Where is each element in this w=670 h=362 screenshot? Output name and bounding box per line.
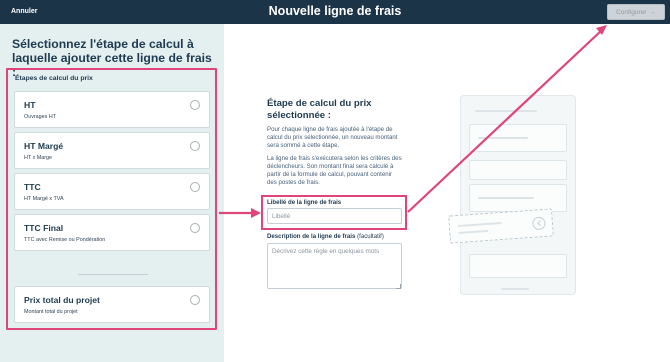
- steps-section-label: Étapes de calcul du prix: [15, 75, 93, 82]
- selected-step-heading: Étape de calcul du prix sélectionnée :: [267, 98, 372, 121]
- step-subtitle: HT x Marge: [24, 155, 53, 161]
- arrow-circle-icon: [532, 216, 546, 230]
- configure-button[interactable]: Configurer →: [607, 4, 665, 20]
- configure-label: Configurer: [616, 8, 647, 16]
- arrow-right-icon: →: [649, 8, 656, 16]
- description-field-label-text: Description de la ligne de frais: [267, 233, 356, 240]
- illustration-line: [458, 229, 489, 234]
- step-subtitle: Montant total du projet: [24, 309, 78, 315]
- step-card-prix-total[interactable]: Prix total du projet Montant total du pr…: [14, 286, 210, 323]
- step-card-ht[interactable]: HT Ouvrages HT: [14, 91, 210, 128]
- step-card-ttc[interactable]: TTC HT Margé x TVA: [14, 173, 210, 210]
- illustration-line: [457, 221, 502, 228]
- step-subtitle: TTC avec Remise ou Pondération: [24, 237, 106, 243]
- description-paragraph-2: La ligne de frais s'exécutera selon les …: [267, 155, 402, 187]
- illustration-panel: [460, 95, 576, 295]
- radio-icon[interactable]: [190, 141, 200, 151]
- step-title: HT: [24, 100, 36, 110]
- left-panel: Sélectionnez l'étape de calcul à laquell…: [0, 24, 224, 362]
- annotation-arrow-icon: [219, 208, 261, 218]
- cancel-link[interactable]: Annuler: [11, 8, 37, 15]
- description-paragraph-1: Pour chaque ligne de frais ajoutée à l'é…: [267, 126, 398, 150]
- top-bar: Annuler Nouvelle ligne de frais Configur…: [0, 0, 670, 24]
- label-input[interactable]: [267, 208, 402, 224]
- step-card-ttc-final[interactable]: TTC Final TTC avec Remise ou Pondération: [14, 214, 210, 251]
- radio-icon[interactable]: [190, 100, 200, 110]
- step-title: HT Margé: [24, 141, 64, 151]
- steps-divider: [78, 274, 148, 275]
- illustration-line: [475, 110, 537, 112]
- illustration-line: [478, 137, 528, 139]
- radio-icon[interactable]: [190, 182, 200, 192]
- radio-icon[interactable]: [190, 295, 200, 305]
- illustration-card: [469, 184, 567, 212]
- step-card-ht-marge[interactable]: HT Margé HT x Marge: [14, 132, 210, 169]
- step-title: TTC Final: [24, 223, 64, 233]
- page-title: Nouvelle ligne de frais: [268, 4, 402, 18]
- illustration-card: [469, 254, 567, 278]
- radio-icon[interactable]: [190, 223, 200, 233]
- label-field-label: Libellé de la ligne de frais: [267, 199, 342, 206]
- illustration-line: [478, 197, 534, 199]
- steps-highlight-box: Étapes de calcul du prix HT Ouvrages HT …: [6, 68, 217, 330]
- step-subtitle: Ouvrages HT: [24, 114, 57, 120]
- step-title: Prix total du projet: [24, 295, 100, 305]
- optional-tag: (facultatif): [357, 233, 384, 240]
- illustration-line: [501, 288, 529, 290]
- step-subtitle: HT Margé x TVA: [24, 196, 64, 202]
- step-title: TTC: [24, 182, 41, 192]
- description-textarea[interactable]: [267, 243, 402, 289]
- description-field-label: Description de la ligne de frais (facult…: [267, 233, 384, 240]
- illustration-card: [469, 160, 567, 180]
- illustration-card: [469, 124, 567, 152]
